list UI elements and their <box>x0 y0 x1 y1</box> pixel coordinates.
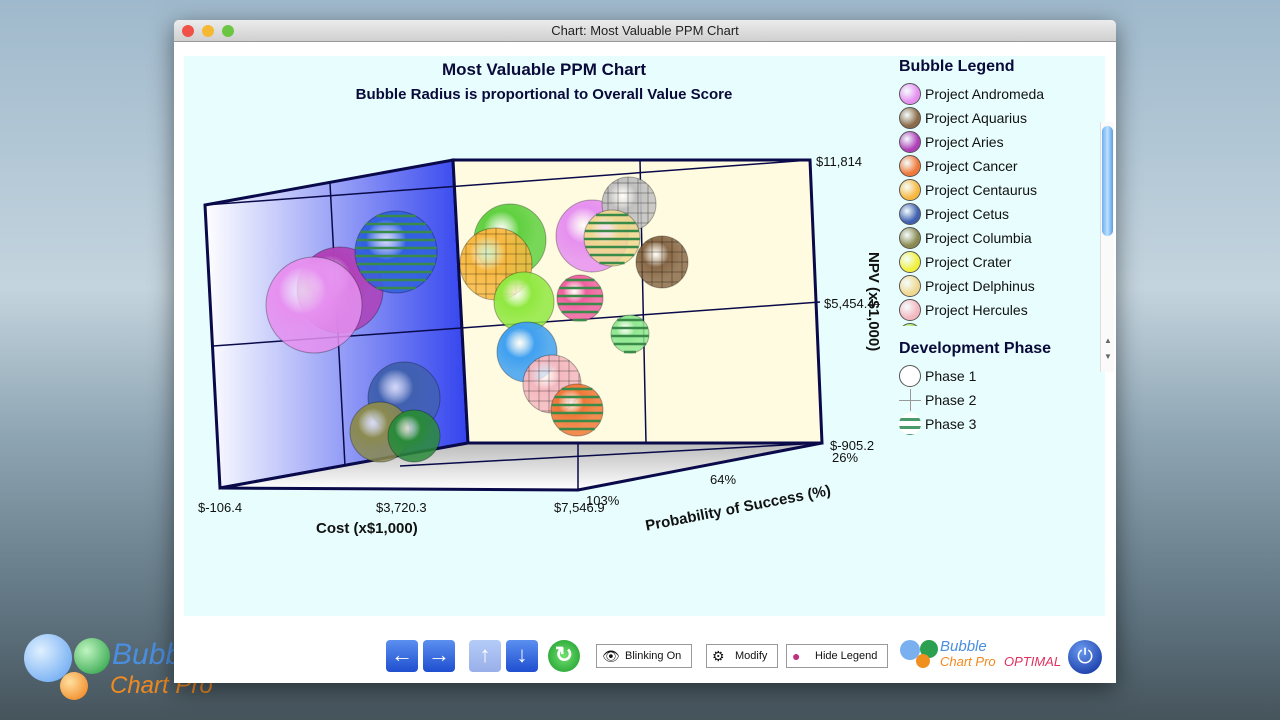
bubble-swatch-icon <box>899 131 921 153</box>
legend-item[interactable]: Project Andromeda <box>899 82 1109 106</box>
scroll-down-arrow[interactable]: ▼ <box>1104 352 1112 361</box>
blinking-label: Blinking On <box>625 650 682 662</box>
hide-legend-button[interactable]: ● Hide Legend <box>786 644 889 668</box>
phase-2-icon <box>899 389 921 411</box>
bubble-swatch-icon <box>899 299 921 321</box>
bubble <box>556 274 604 322</box>
power-button[interactable]: ⏻ <box>1068 640 1102 674</box>
legend-item[interactable]: Project Centaurus <box>899 178 1109 202</box>
legend-item[interactable]: Project Libra <box>899 322 1109 326</box>
y-axis-label: NPV (x$1,000) <box>865 252 882 352</box>
bubbles-icon: ● <box>792 648 801 664</box>
phase-1-icon <box>899 365 921 387</box>
brand-logo: Bubble Chart Pro OPTIMAL <box>900 638 1062 674</box>
close-button[interactable] <box>182 25 194 37</box>
bubble-swatch-icon <box>899 107 921 129</box>
z-tick: 26% <box>832 450 859 465</box>
z-tick: 64% <box>710 472 737 487</box>
toolbar: ← → ↑ ↓ ↻ 👁 Blinking On ⚙ Modify ● Hide Leg… <box>174 638 1116 674</box>
x-axis-label: Cost (x$1,000) <box>316 520 418 537</box>
bubble <box>265 256 363 354</box>
down-arrow-button[interactable]: ↓ <box>506 640 538 672</box>
legend-label: Project Andromeda <box>925 86 1045 102</box>
legend-item[interactable]: Project Hercules <box>899 298 1109 322</box>
chart-area: Most Valuable PPM Chart Bubble Radius is… <box>184 56 1114 616</box>
left-arrow-button[interactable]: ← <box>386 640 418 672</box>
right-arrow-button[interactable]: → <box>423 640 455 672</box>
legend-item[interactable]: Project Columbia <box>899 226 1109 250</box>
phase-title: Development Phase <box>899 340 1052 357</box>
legend-scrollbar[interactable]: ▲ ▼ <box>1100 122 1114 372</box>
phase-label: Phase 3 <box>925 416 977 432</box>
minimize-button[interactable] <box>202 25 214 37</box>
brand-text: Bubble <box>940 638 987 655</box>
legend-item[interactable]: Project Aries <box>899 130 1109 154</box>
legend-label: Project Cancer <box>925 158 1018 174</box>
bubble-swatch-icon <box>899 83 921 105</box>
phase-2: Phase 2 <box>899 388 1109 412</box>
phase-label: Phase 2 <box>925 392 977 408</box>
phase-label: Phase 1 <box>925 368 977 384</box>
zoom-button[interactable] <box>222 25 234 37</box>
bubble-plot <box>203 158 824 492</box>
hide-legend-label: Hide Legend <box>815 650 878 662</box>
legend-label: Project Columbia <box>925 230 1032 246</box>
legend-label: Project Crater <box>925 254 1012 270</box>
legend-label: Project Delphinus <box>925 278 1035 294</box>
x-tick: $-106.4 <box>198 500 243 515</box>
legend-item[interactable]: Project Delphinus <box>899 274 1109 298</box>
phase-3: Phase 3 <box>899 412 1109 436</box>
eye-icon: 👁 <box>602 648 620 664</box>
modify-label: Modify <box>735 650 768 662</box>
bubble-swatch-icon <box>899 203 921 225</box>
bubble-swatch-icon <box>899 227 921 249</box>
phase-3-icon <box>899 413 921 435</box>
bubble-swatch-icon <box>899 323 921 326</box>
bubble-swatch-icon <box>899 275 921 297</box>
legend-item[interactable]: Project Cancer <box>899 154 1109 178</box>
gear-icon: ⚙ <box>712 648 725 664</box>
legend-panel: Bubble Legend Project Andromeda Project A… <box>899 56 1109 436</box>
legend-item[interactable]: Project Crater <box>899 250 1109 274</box>
legend-label: Project Cetus <box>925 206 1010 222</box>
legend-item[interactable]: Project Cetus <box>899 202 1109 226</box>
brand-text-2: Chart Pro <box>940 654 996 669</box>
window-title: Chart: Most Valuable PPM Chart <box>551 23 739 38</box>
title-bar: Chart: Most Valuable PPM Chart <box>174 20 1116 42</box>
legend-label: Project Hercules <box>925 302 1028 318</box>
y-tick: $11,814 <box>816 154 863 169</box>
x-tick: $3,720.3 <box>376 500 427 515</box>
up-arrow-button[interactable]: ↑ <box>469 640 501 672</box>
bubble-swatch-icon <box>899 179 921 201</box>
refresh-button[interactable]: ↻ <box>548 640 580 672</box>
scroll-thumb[interactable] <box>1102 126 1113 236</box>
legend-label: Project Centaurus <box>925 182 1038 198</box>
scroll-up-arrow[interactable]: ▲ <box>1104 336 1112 345</box>
legend-title: Bubble Legend <box>899 58 1015 75</box>
chart-window: Chart: Most Valuable PPM Chart Most Valu… <box>174 20 1116 683</box>
blinking-button[interactable]: 👁 Blinking On <box>596 644 693 668</box>
phase-1: Phase 1 <box>899 364 1109 388</box>
modify-button[interactable]: ⚙ Modify <box>706 644 779 668</box>
bubble-swatch-icon <box>899 251 921 273</box>
legend-label: Project Aquarius <box>925 110 1027 126</box>
z-tick: 103% <box>586 493 620 508</box>
legend-item[interactable]: Project Aquarius <box>899 106 1109 130</box>
bubble-swatch-icon <box>899 155 921 177</box>
brand-text-3: OPTIMAL <box>1004 654 1062 669</box>
bubble <box>387 409 441 463</box>
legend-label: Project Aries <box>925 134 1004 150</box>
